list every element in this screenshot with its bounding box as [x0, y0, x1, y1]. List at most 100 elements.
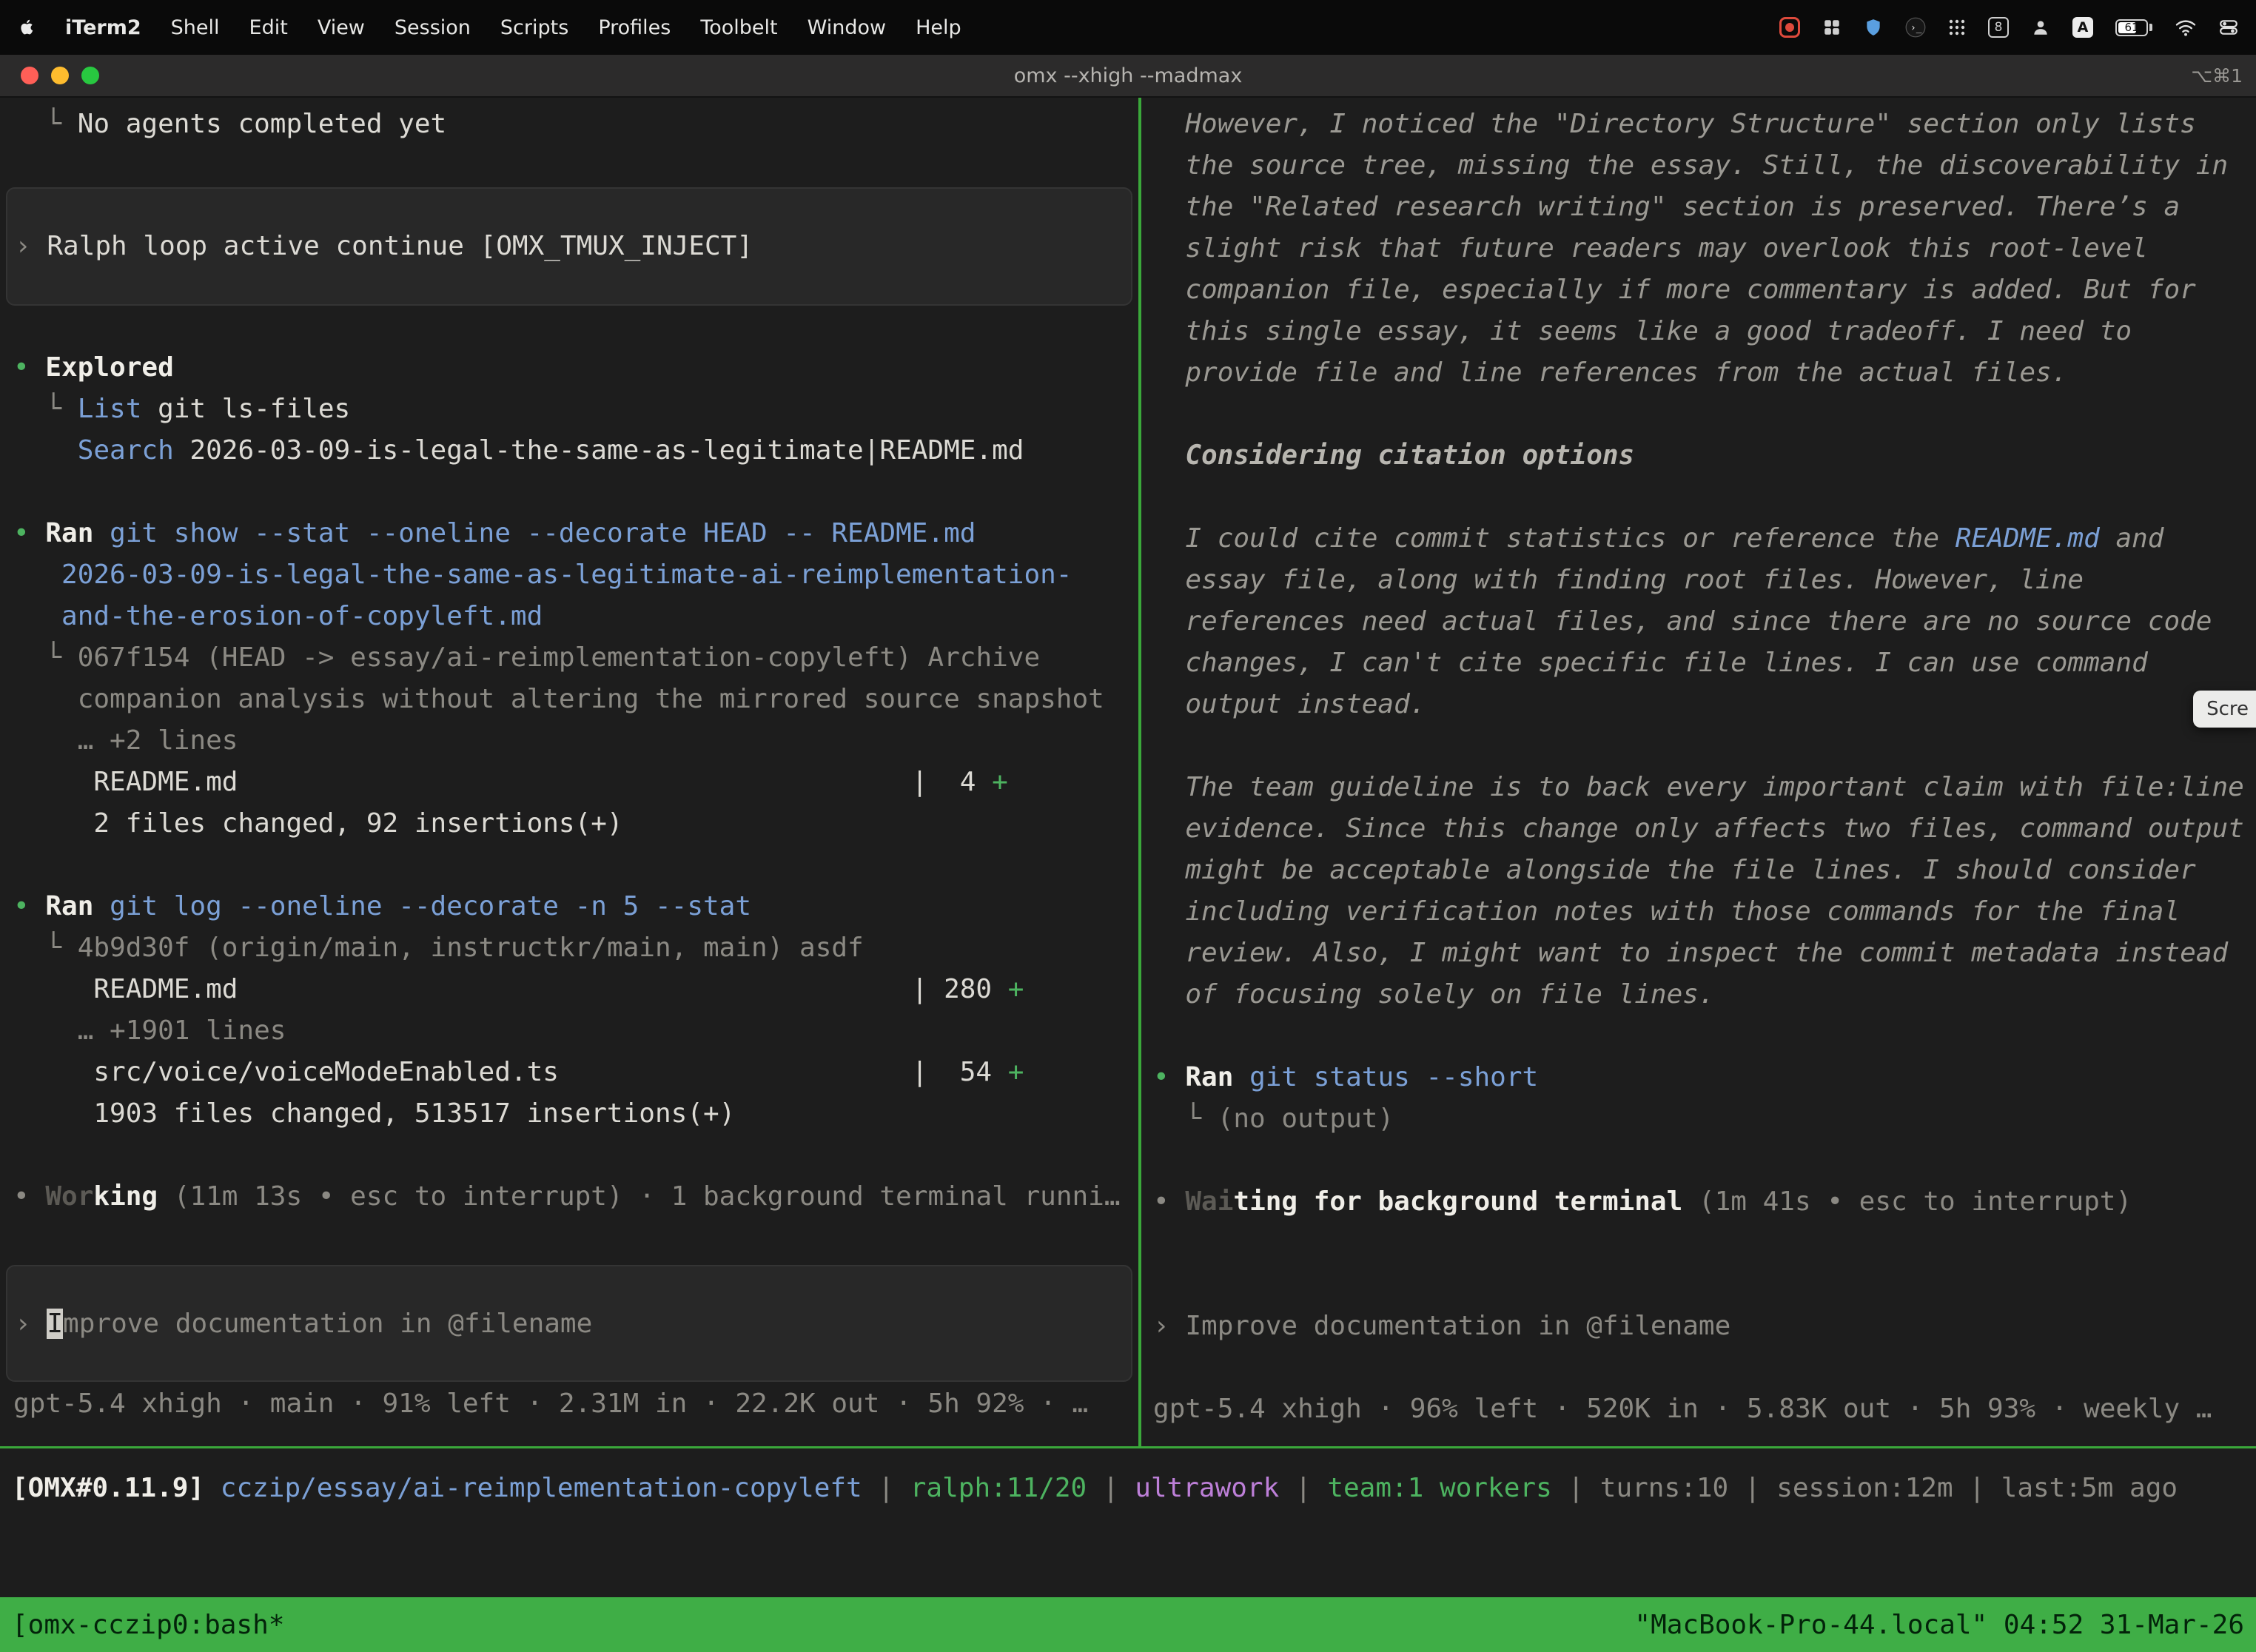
terminal-text-segment: the "Related research writing" section i…: [1153, 192, 2180, 222]
terminal-text-segment: └: [1153, 1104, 1218, 1134]
terminal-text-segment: turns:10: [1600, 1473, 1728, 1503]
terminal-line: [OMX#0.11.9] cczip/essay/ai-reimplementa…: [0, 1468, 2256, 1509]
terminal-text-segment: 067f154 (HEAD -> essay/ai-reimplementati…: [78, 642, 1040, 673]
wifi-icon[interactable]: [2175, 19, 2197, 36]
terminal-line: gpt-5.4 xhigh · main · 91% left · 2.31M …: [0, 1383, 1138, 1425]
zoom-button[interactable]: [81, 67, 99, 84]
terminal-line: [1141, 1264, 2256, 1306]
left-status-line: gpt-5.4 xhigh · main · 91% left · 2.31M …: [0, 1383, 1138, 1425]
terminal-line: README.md | 4 +: [0, 762, 1138, 803]
record-dot-icon: [1785, 23, 1794, 32]
terminal-text-segment: review. Also, I might want to inspect th…: [1153, 938, 2228, 968]
terminal-line: [1141, 1140, 2256, 1181]
apple-menu-icon[interactable]: [18, 17, 36, 38]
tmux-status-bar: [omx-cczip0:bash* "MacBook-Pro-44.local"…: [0, 1597, 2256, 1652]
terminal-line: › Ralph loop active continue [OMX_TMUX_I…: [7, 230, 753, 262]
prompt-chevron: ›: [15, 1309, 47, 1339]
menu-item-session[interactable]: Session: [395, 16, 471, 39]
terminal-text-segment: Considering citation options: [1153, 440, 1634, 471]
terminal-text-segment: this single essay, it seems like a good …: [1153, 316, 2132, 346]
terminal-text-segment: [OMX#0.11.9]: [12, 1473, 221, 1503]
terminal-line: … +1901 lines: [0, 1010, 1138, 1052]
terminal-line: changes, I can't cite specific file line…: [1141, 642, 2256, 684]
battery-icon[interactable]: 61: [2115, 19, 2152, 36]
terminal-text-segment: gpt-5.4 xhigh · main · 91% left · 2.31M …: [13, 1389, 1088, 1419]
terminal-line: • Ran git show --stat --oneline --decora…: [0, 513, 1138, 554]
terminal-line: the "Related research writing" section i…: [1141, 187, 2256, 228]
terminal-text-segment: output instead.: [1153, 689, 1426, 719]
control-center-icon[interactable]: [2219, 18, 2238, 37]
terminal-text-segment: git ls-files: [141, 394, 350, 424]
terminal-line: • Working (11m 13s • esc to interrupt) ·…: [0, 1176, 1138, 1218]
terminal-text-segment: README.md | 4: [13, 767, 992, 797]
terminal-line: slight risk that future readers may over…: [1141, 228, 2256, 269]
menu-item-help[interactable]: Help: [916, 16, 961, 39]
terminal-text-segment: src/voice/voiceModeEnabled.ts | 54: [13, 1057, 1008, 1087]
terminal-text-segment: +: [1008, 1057, 1024, 1087]
terminal-line: essay file, along with finding root file…: [1141, 560, 2256, 601]
grid-app-icon[interactable]: [1822, 18, 1842, 37]
terminal-line: review. Also, I might want to inspect th…: [1141, 933, 2256, 974]
menu-app-name[interactable]: iTerm2: [65, 16, 141, 39]
terminal-app-icon[interactable]: ›_: [1905, 17, 1926, 38]
terminal-text-segment: git show --stat --oneline --decorate HEA…: [110, 518, 976, 548]
terminal-text-segment: Ran: [1185, 1062, 1249, 1092]
terminal-pane-left[interactable]: └ No agents completed yet › Ralph loop a…: [0, 98, 1138, 1446]
keycap-icon[interactable]: 8: [1988, 17, 2009, 38]
terminal-text-segment: •: [1153, 1062, 1185, 1092]
terminal-panes: └ No agents completed yet › Ralph loop a…: [0, 98, 2256, 1446]
close-button[interactable]: [21, 67, 38, 84]
terminal-text-segment: ›: [15, 231, 47, 261]
terminal-text-segment: ultrawork: [1135, 1473, 1279, 1503]
macos-menu-bar: iTerm2 Shell Edit View Session Scripts Profil…: [0, 0, 2256, 55]
menu-item-view[interactable]: View: [318, 16, 365, 39]
menu-item-profiles[interactable]: Profiles: [598, 16, 671, 39]
terminal-text-segment: [13, 435, 78, 466]
terminal-line: README.md | 280 +: [0, 969, 1138, 1010]
terminal-line: … +2 lines: [0, 720, 1138, 762]
terminal-line: and-the-erosion-of-copyleft.md: [0, 596, 1138, 637]
prompt-input-left[interactable]: › Improve documentation in @filename: [6, 1265, 1132, 1382]
dots-grid-icon[interactable]: [1948, 19, 1966, 36]
terminal-text-segment: └: [13, 109, 78, 139]
terminal-line: [0, 845, 1138, 886]
terminal-line: evidence. Since this change only affects…: [1141, 808, 2256, 850]
minimize-button[interactable]: [51, 67, 69, 84]
terminal-text-segment: … +2 lines: [13, 725, 238, 756]
terminal-line: [1141, 1223, 2256, 1264]
terminal-text-segment: Ralph loop active continue [OMX_TMUX_INJ…: [47, 231, 753, 261]
terminal-text-segment: The team guideline is to back every impo…: [1153, 772, 2244, 802]
terminal-line: including verification notes with those …: [1141, 891, 2256, 933]
left-top-lines: └ No agents completed yet: [0, 104, 1138, 145]
terminal-text-segment: └: [13, 933, 78, 963]
terminal-line: └ No agents completed yet: [0, 104, 1138, 145]
menu-item-toolbelt[interactable]: Toolbelt: [700, 16, 777, 39]
terminal-line: [1141, 477, 2256, 518]
menu-item-edit[interactable]: Edit: [249, 16, 288, 39]
avatar-icon[interactable]: [2031, 18, 2050, 37]
terminal-text-segment: +: [992, 767, 1008, 797]
terminal-text-segment: └: [13, 394, 78, 424]
shield-app-icon[interactable]: [1864, 18, 1883, 37]
terminal-text-segment: Wor: [45, 1181, 93, 1212]
menu-item-shell[interactable]: Shell: [171, 16, 220, 39]
screen-recording-icon[interactable]: [1779, 17, 1800, 38]
terminal-text-segment: essay file, along with finding root file…: [1153, 565, 2084, 595]
terminal-line: Considering citation options: [1141, 435, 2256, 477]
window-title-bar[interactable]: omx --xhigh --madmax ⌥⌘1: [0, 55, 2256, 98]
terminal-text-segment: git log --oneline --decorate -n 5 --stat: [110, 891, 751, 921]
terminal-text-segment: ralph:11/20: [910, 1473, 1087, 1503]
screen-edge-notification[interactable]: Scre: [2193, 691, 2256, 728]
terminal-text-segment: 4b9d30f (origin/main, instructkr/main, m…: [78, 933, 864, 963]
terminal-pane-right[interactable]: However, I noticed the "Directory Struct…: [1141, 98, 2256, 1446]
svg-text:›_: ›_: [1910, 23, 1922, 34]
input-source-badge[interactable]: A: [2072, 17, 2093, 38]
menu-item-window[interactable]: Window: [808, 16, 886, 39]
text-cursor: I: [47, 1309, 63, 1339]
traffic-lights: [0, 67, 99, 84]
terminal-text-segment: +: [1008, 974, 1024, 1004]
terminal-text-segment: |: [1279, 1473, 1327, 1503]
terminal-text-segment: gpt-5.4 xhigh · 96% left · 520K in · 5.8…: [1153, 1394, 2212, 1424]
menu-item-scripts[interactable]: Scripts: [500, 16, 568, 39]
terminal-text-segment: and-the-erosion-of-copyleft.md: [13, 601, 543, 631]
